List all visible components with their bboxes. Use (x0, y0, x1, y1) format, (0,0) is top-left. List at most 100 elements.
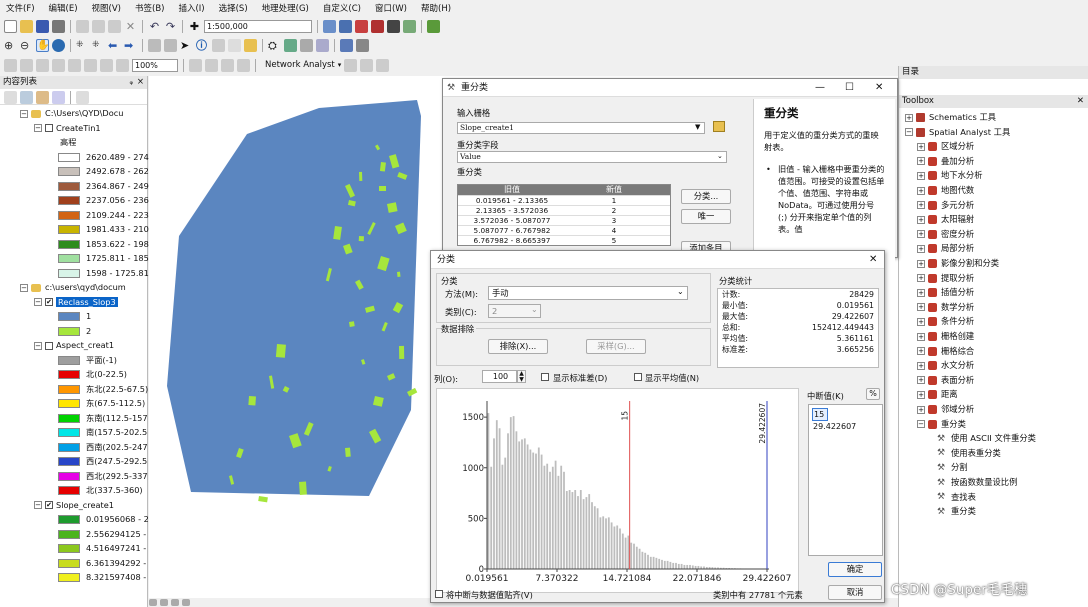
layout-forward-icon[interactable] (116, 58, 129, 72)
add-data-icon[interactable]: ✚ (188, 20, 201, 33)
tool-item[interactable]: ⚒ 使用表重分类 (937, 446, 1001, 460)
toolset-item[interactable]: − 重分类 (917, 417, 966, 431)
toc-layer[interactable]: − ✔ Reclass_Slop3 (34, 296, 118, 309)
toolset-item[interactable]: + 叠加分析 (917, 154, 974, 168)
menu-item-5[interactable]: 选择(S) (219, 2, 248, 14)
data-view-icon[interactable] (149, 599, 157, 606)
unique-button[interactable]: 唯一 (681, 209, 731, 224)
tool-item[interactable]: ⚒ 分割 (937, 460, 968, 474)
new-value-cell[interactable]: 1 (566, 196, 662, 205)
toolset-item[interactable]: + 局部分析 (917, 241, 974, 255)
arctoolbox-icon[interactable] (371, 19, 384, 33)
toc-layer[interactable]: − Aspect_creat1 (34, 339, 114, 352)
new-value-cell[interactable]: 4 (566, 226, 662, 235)
network-analyst-menu[interactable]: Network Analyst (265, 60, 335, 70)
layout-pan-icon[interactable] (36, 58, 49, 72)
python-icon[interactable] (387, 19, 400, 33)
layout-full-icon[interactable] (52, 58, 65, 72)
collapse-icon[interactable]: − (34, 124, 42, 132)
expand-icon[interactable]: + (917, 376, 925, 385)
maximize-icon[interactable]: ☐ (845, 79, 854, 97)
pause-icon[interactable] (182, 599, 190, 606)
old-value-cell[interactable]: 6.767982 - 8.665397 (458, 236, 566, 245)
sampling-button[interactable]: 采样(G)... (586, 339, 646, 354)
toc-options-icon[interactable] (76, 91, 89, 104)
menu-item-0[interactable]: 文件(F) (6, 2, 35, 14)
layer-visibility-checkbox[interactable]: ✔ (45, 501, 53, 509)
toolset-item[interactable]: + 多元分析 (917, 198, 974, 212)
layout-zoom-out-icon[interactable] (20, 58, 33, 72)
toolset-item[interactable]: + 影像分割和分类 (917, 256, 999, 270)
collapse-icon[interactable]: − (905, 128, 913, 137)
list-by-source-icon[interactable] (20, 91, 33, 104)
zoom-in-icon[interactable]: ⊕ (4, 39, 17, 52)
break-values-list[interactable]: 15 29.422607 (808, 404, 883, 556)
table-row[interactable]: 3.572036 - 5.087077 3 (458, 215, 670, 225)
toc-group[interactable]: − C:\Users\QYD\Docu (20, 107, 123, 120)
fixed-zoom-in-icon[interactable]: ⁜ (76, 39, 89, 52)
data-driven-pages-icon[interactable] (237, 58, 250, 72)
new-icon[interactable] (4, 19, 17, 33)
na-tool-2-icon[interactable] (360, 58, 374, 72)
layer-visibility-checkbox[interactable]: ✔ (45, 298, 53, 306)
focus-data-frame-icon[interactable] (205, 58, 218, 72)
toolset-item[interactable]: + 地图代数 (917, 183, 974, 197)
old-value-cell[interactable]: 2.13365 - 3.572036 (458, 206, 566, 215)
method-dropdown-icon[interactable]: ⌄ (677, 287, 684, 296)
measure-icon[interactable] (228, 38, 241, 52)
toolset-item[interactable]: + 邻域分析 (917, 402, 974, 416)
table-row[interactable]: 6.767982 - 8.665397 5 (458, 235, 670, 245)
break-value[interactable]: 15 (812, 408, 829, 421)
toolset-item[interactable]: + 插值分析 (917, 285, 974, 299)
classes-dropdown-icon[interactable]: ⌄ (531, 305, 538, 314)
expand-icon[interactable]: + (917, 142, 925, 151)
layout-fixed-out-icon[interactable] (84, 58, 97, 72)
undo-icon[interactable]: ↶ (148, 20, 161, 33)
classify-button[interactable]: 分类... (681, 189, 731, 204)
layer-visibility-checkbox[interactable] (45, 341, 53, 350)
method-select[interactable]: 手动 (488, 286, 688, 300)
full-extent-icon[interactable] (52, 38, 65, 52)
reclass-field-select[interactable]: Value (457, 151, 727, 163)
reclass-table[interactable]: 旧值 新值 0.019561 - 2.13365 1 2.13365 - 3.572… (457, 184, 671, 246)
toolbox-close-icon[interactable]: ✕ (1077, 95, 1084, 108)
toolset-item[interactable]: + 数学分析 (917, 300, 974, 314)
zoom-out-icon[interactable]: ⊖ (20, 39, 33, 52)
pin-icon[interactable]: ᵩ (129, 76, 133, 89)
toolset-item[interactable]: + 提取分析 (917, 271, 974, 285)
fixed-zoom-out-icon[interactable]: ⁜ (92, 39, 105, 52)
menu-item-4[interactable]: 插入(I) (178, 2, 204, 14)
expand-icon[interactable]: + (917, 186, 925, 195)
na-tool-3-icon[interactable] (376, 58, 390, 72)
clear-selection-icon[interactable] (164, 38, 177, 52)
menu-item-3[interactable]: 书签(B) (135, 2, 164, 14)
minimize-icon[interactable]: — (815, 79, 825, 97)
layout-zoom-in-icon[interactable] (4, 58, 17, 72)
toolset-item[interactable]: + 栅格综合 (917, 344, 974, 358)
expand-icon[interactable]: + (917, 390, 925, 399)
exclusion-button[interactable]: 排除(X)... (488, 339, 548, 354)
menu-item-6[interactable]: 地理处理(G) (262, 2, 309, 14)
toolset-item[interactable]: + 水文分析 (917, 358, 974, 372)
magnifier-icon[interactable] (356, 38, 369, 52)
copy-icon[interactable] (92, 19, 105, 33)
zoom-percent-input[interactable]: 100% (132, 58, 178, 72)
list-by-selection-icon[interactable] (52, 91, 65, 104)
route-icon[interactable] (284, 38, 297, 52)
collapse-icon[interactable]: − (34, 298, 42, 306)
toolset-item[interactable]: + 栅格创建 (917, 329, 974, 343)
toggle-draft-icon[interactable] (189, 58, 202, 72)
refresh-icon[interactable] (171, 599, 179, 606)
collapse-icon[interactable]: − (34, 501, 42, 509)
expand-icon[interactable]: + (917, 244, 925, 253)
toolset-item[interactable]: + Schematics 工具 (905, 110, 996, 124)
toolset-item[interactable]: − Spatial Analyst 工具 (905, 125, 1010, 139)
toolset-item[interactable]: + 密度分析 (917, 227, 974, 241)
show-mean-checkbox[interactable] (634, 373, 642, 381)
toc-layer[interactable]: − CreateTin1 (34, 122, 101, 135)
expand-icon[interactable]: + (917, 303, 925, 312)
expand-icon[interactable]: + (917, 361, 925, 370)
expand-icon[interactable]: + (917, 317, 925, 326)
time-slider-icon[interactable] (316, 38, 329, 52)
expand-icon[interactable]: + (917, 274, 925, 283)
